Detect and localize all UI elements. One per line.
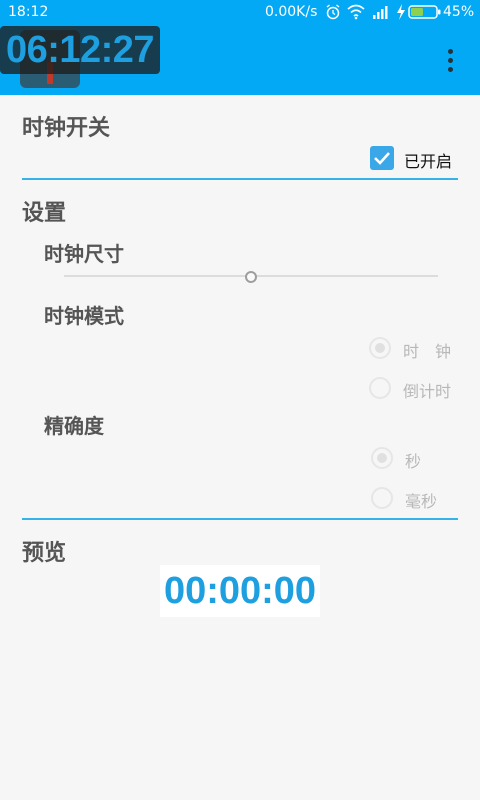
settings-title: 设置 <box>22 201 67 226</box>
radio-label: 时 钟 <box>403 342 452 361</box>
clock-mode-title: 时钟模式 <box>44 304 124 328</box>
battery-percent: 45% <box>443 4 475 20</box>
radio-precision-second[interactable]: 秒 <box>371 447 471 475</box>
clock-size-slider[interactable] <box>64 268 438 284</box>
preview-time: 00:00:00 <box>163 570 317 612</box>
floating-clock-widget[interactable]: 06:12:27 <box>0 26 160 74</box>
status-bar: 18:12 0.00K/s 45% <box>0 0 480 25</box>
section-divider <box>22 178 458 180</box>
clock-switch-checkbox[interactable]: 已开启 <box>370 146 470 174</box>
alarm-icon <box>326 4 340 20</box>
radio-clock-mode-countdown[interactable]: 倒计时 <box>369 377 469 405</box>
radio-label: 毫秒 <box>405 492 438 511</box>
clock-switch-title: 时钟开关 <box>22 116 111 141</box>
overflow-menu-icon[interactable] <box>440 46 460 76</box>
section-divider <box>22 518 458 520</box>
preview-clock: 00:00:00 <box>160 565 320 617</box>
radio-button[interactable] <box>371 447 393 469</box>
status-time: 18:12 <box>8 4 49 20</box>
battery-icon <box>408 5 441 19</box>
network-speed: 0.00K/s <box>265 4 318 20</box>
slider-thumb[interactable] <box>245 271 257 283</box>
radio-label: 秒 <box>405 452 422 471</box>
clock-size-title: 时钟尺寸 <box>44 242 124 266</box>
floating-clock-time: 06:12:27 <box>5 29 155 71</box>
radio-precision-millisecond[interactable]: 毫秒 <box>371 487 471 515</box>
radio-clock-mode-clock[interactable]: 时 钟 <box>369 337 469 365</box>
charging-icon <box>397 4 405 20</box>
checkbox-label: 已开启 <box>404 152 453 171</box>
checkbox-checked-icon[interactable] <box>370 146 394 170</box>
signal-icon <box>373 6 388 19</box>
radio-button[interactable] <box>369 337 391 359</box>
radio-button[interactable] <box>371 487 393 509</box>
preview-title: 预览 <box>22 541 67 566</box>
radio-label: 倒计时 <box>403 382 452 401</box>
precision-title: 精确度 <box>44 414 104 438</box>
wifi-icon <box>347 4 365 20</box>
radio-button[interactable] <box>369 377 391 399</box>
